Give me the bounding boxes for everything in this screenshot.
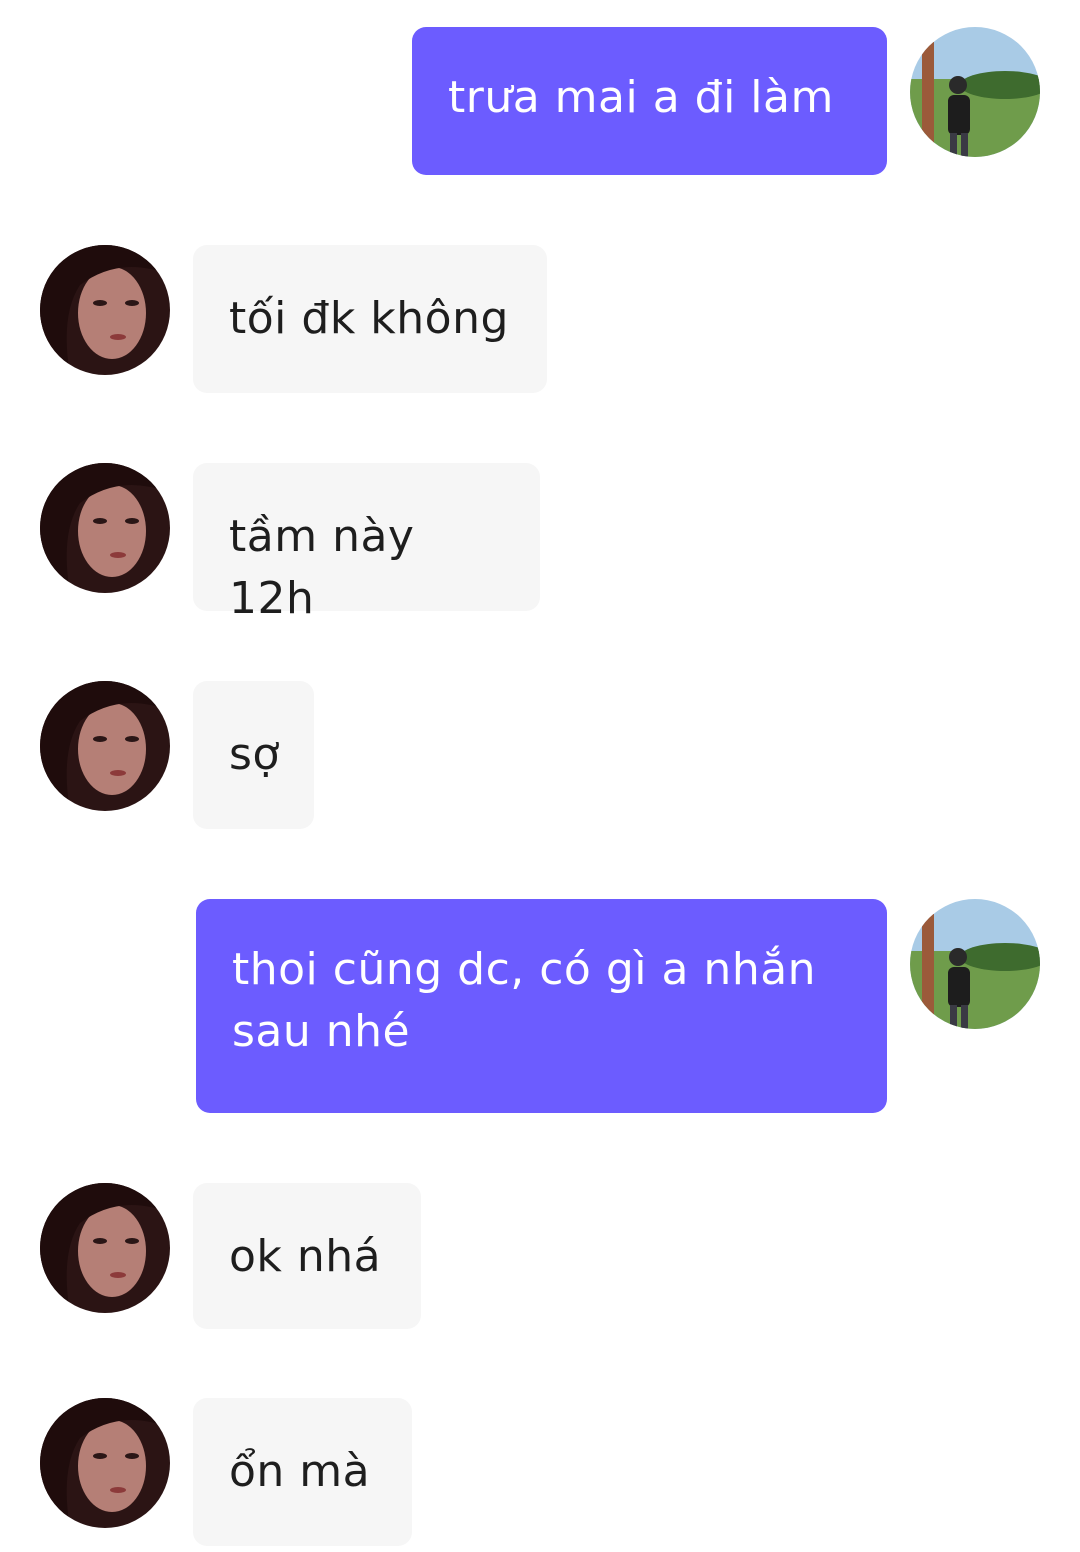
message-text: thoi cũng dc, có gì a nhắn sau nhé (232, 944, 817, 1057)
them-avatar[interactable] (40, 245, 170, 375)
woman-avatar-icon (40, 1398, 170, 1528)
message-text: sợ (229, 729, 280, 780)
message-text: ok nhá (229, 1231, 382, 1282)
message-bubble-received[interactable]: tối đk không (193, 245, 547, 393)
message-text: tầm này 12h (229, 511, 415, 624)
them-avatar[interactable] (40, 463, 170, 593)
message-text: ổn mà (229, 1446, 371, 1497)
me-avatar[interactable] (910, 899, 1040, 1029)
message-bubble-sent[interactable]: trưa mai a đi làm (412, 27, 887, 175)
message-bubble-received[interactable]: sợ (193, 681, 314, 829)
message-text: trưa mai a đi làm (448, 72, 834, 123)
man-avatar-icon (910, 27, 1040, 157)
woman-avatar-icon (40, 681, 170, 811)
message-bubble-sent[interactable]: thoi cũng dc, có gì a nhắn sau nhé (196, 899, 887, 1113)
message-text: tối đk không (229, 293, 509, 344)
message-bubble-received[interactable]: ok nhá (193, 1183, 421, 1329)
them-avatar[interactable] (40, 1398, 170, 1528)
woman-avatar-icon (40, 1183, 170, 1313)
woman-avatar-icon (40, 245, 170, 375)
message-bubble-received[interactable]: ổn mà (193, 1398, 412, 1546)
me-avatar[interactable] (910, 27, 1040, 157)
message-bubble-received[interactable]: tầm này 12h (193, 463, 540, 624)
woman-avatar-icon (40, 463, 170, 593)
chat-thread: trưa mai a đi làm tối đk không tầm này 1… (0, 0, 1080, 1552)
them-avatar[interactable] (40, 681, 170, 811)
them-avatar[interactable] (40, 1183, 170, 1313)
man-avatar-icon (910, 899, 1040, 1029)
